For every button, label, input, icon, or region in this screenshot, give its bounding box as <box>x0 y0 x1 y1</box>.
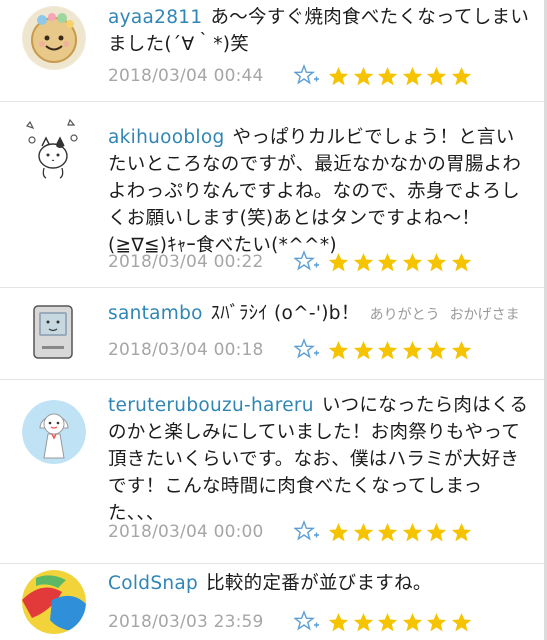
star-icon <box>353 252 373 271</box>
star-plus-icon[interactable] <box>294 338 320 362</box>
okagesama-button[interactable]: おかげさま <box>450 307 520 323</box>
star-icon <box>328 612 349 631</box>
comment-item: santambo ｽﾊﾞﾗｼｲ (o^-')b！ ありがとう おかげさま 2018/0… <box>0 288 544 380</box>
star-icon <box>402 340 422 359</box>
star-plus-icon[interactable] <box>294 64 320 88</box>
username-link[interactable]: teruterubouzu-hareru <box>108 395 314 416</box>
avatar[interactable] <box>22 6 86 70</box>
avatar[interactable] <box>22 570 86 634</box>
star-icon <box>402 522 422 541</box>
star-icon <box>451 66 471 85</box>
star-icon <box>328 252 349 271</box>
comment-meta: 2018/03/04 00:22 <box>108 250 530 274</box>
star-icon <box>377 252 398 271</box>
timestamp: 2018/03/03 23:59 <box>108 612 264 632</box>
star-icon <box>328 66 349 85</box>
star-icon <box>377 66 398 85</box>
star-icon <box>377 522 398 541</box>
star-plus-icon[interactable] <box>294 520 320 544</box>
star-plus-icon[interactable] <box>294 250 320 274</box>
star-plus-icon[interactable] <box>294 610 320 634</box>
comment-text: akihuooblog やっぱりカルビでしょう！と言いたいところなのですが、最近な… <box>108 124 530 259</box>
star-icon <box>426 522 447 541</box>
username-link[interactable]: akihuooblog <box>108 127 225 148</box>
comment-item: teruterubouzu-hareru いつになったら肉はくるのかと楽しみにして… <box>0 380 544 564</box>
star-icon <box>377 612 398 631</box>
star-icon <box>426 340 447 359</box>
rating-stars <box>328 522 475 543</box>
rating-stars <box>328 252 475 273</box>
timestamp: 2018/03/04 00:18 <box>108 340 264 360</box>
avatar[interactable] <box>22 302 86 366</box>
star-icon <box>426 612 447 631</box>
star-icon <box>353 522 373 541</box>
thanks-button[interactable]: ありがとう <box>370 307 440 323</box>
star-icon <box>451 522 471 541</box>
username-link[interactable]: santambo <box>108 303 203 324</box>
star-icon <box>353 612 373 631</box>
timestamp: 2018/03/04 00:44 <box>108 66 264 86</box>
comment-meta: 2018/03/03 23:59 <box>108 610 530 634</box>
comment-message: 比較的定番が並びますね。 <box>206 573 432 594</box>
star-icon <box>402 252 422 271</box>
rating-stars <box>328 66 475 87</box>
star-icon <box>451 340 471 359</box>
star-icon <box>426 66 447 85</box>
star-icon <box>451 252 471 271</box>
star-icon <box>377 340 398 359</box>
star-icon <box>353 66 373 85</box>
comment-meta: 2018/03/04 00:44 <box>108 64 530 88</box>
comment-text: teruterubouzu-hareru いつになったら肉はくるのかと楽しみにして… <box>108 392 530 527</box>
comment-item: ayaa2811 あ～今すぐ焼肉食べたくなってしまいました(´∀｀*)笑 2018… <box>0 0 544 102</box>
comment-text: ayaa2811 あ～今すぐ焼肉食べたくなってしまいました(´∀｀*)笑 <box>108 4 530 58</box>
rating-stars <box>328 340 475 361</box>
comment-list: ayaa2811 あ～今すぐ焼肉食べたくなってしまいました(´∀｀*)笑 2018… <box>0 0 547 640</box>
comment-item: ColdSnap 比較的定番が並びますね。 2018/03/03 23:59 <box>0 564 544 640</box>
star-icon <box>402 612 422 631</box>
comment-message: ｽﾊﾞﾗｼｲ (o^-')b！ <box>210 303 360 324</box>
star-icon <box>328 340 349 359</box>
avatar[interactable] <box>22 116 86 180</box>
comment-text: ColdSnap 比較的定番が並びますね。 <box>108 570 530 597</box>
timestamp: 2018/03/04 00:00 <box>108 522 264 542</box>
timestamp: 2018/03/04 00:22 <box>108 252 264 272</box>
star-icon <box>328 522 349 541</box>
avatar[interactable] <box>22 400 86 464</box>
rating-stars <box>328 612 475 633</box>
comment-item: akihuooblog やっぱりカルビでしょう！と言いたいところなのですが、最近な… <box>0 102 544 288</box>
star-icon <box>402 66 422 85</box>
star-icon <box>426 252 447 271</box>
comment-meta: 2018/03/04 00:00 <box>108 520 530 544</box>
username-link[interactable]: ColdSnap <box>108 573 198 594</box>
star-icon <box>451 612 471 631</box>
comment-meta: 2018/03/04 00:18 <box>108 338 530 362</box>
comment-text: santambo ｽﾊﾞﾗｼｲ (o^-')b！ ありがとう おかげさま <box>108 300 530 329</box>
username-link[interactable]: ayaa2811 <box>108 7 202 28</box>
star-icon <box>353 340 373 359</box>
